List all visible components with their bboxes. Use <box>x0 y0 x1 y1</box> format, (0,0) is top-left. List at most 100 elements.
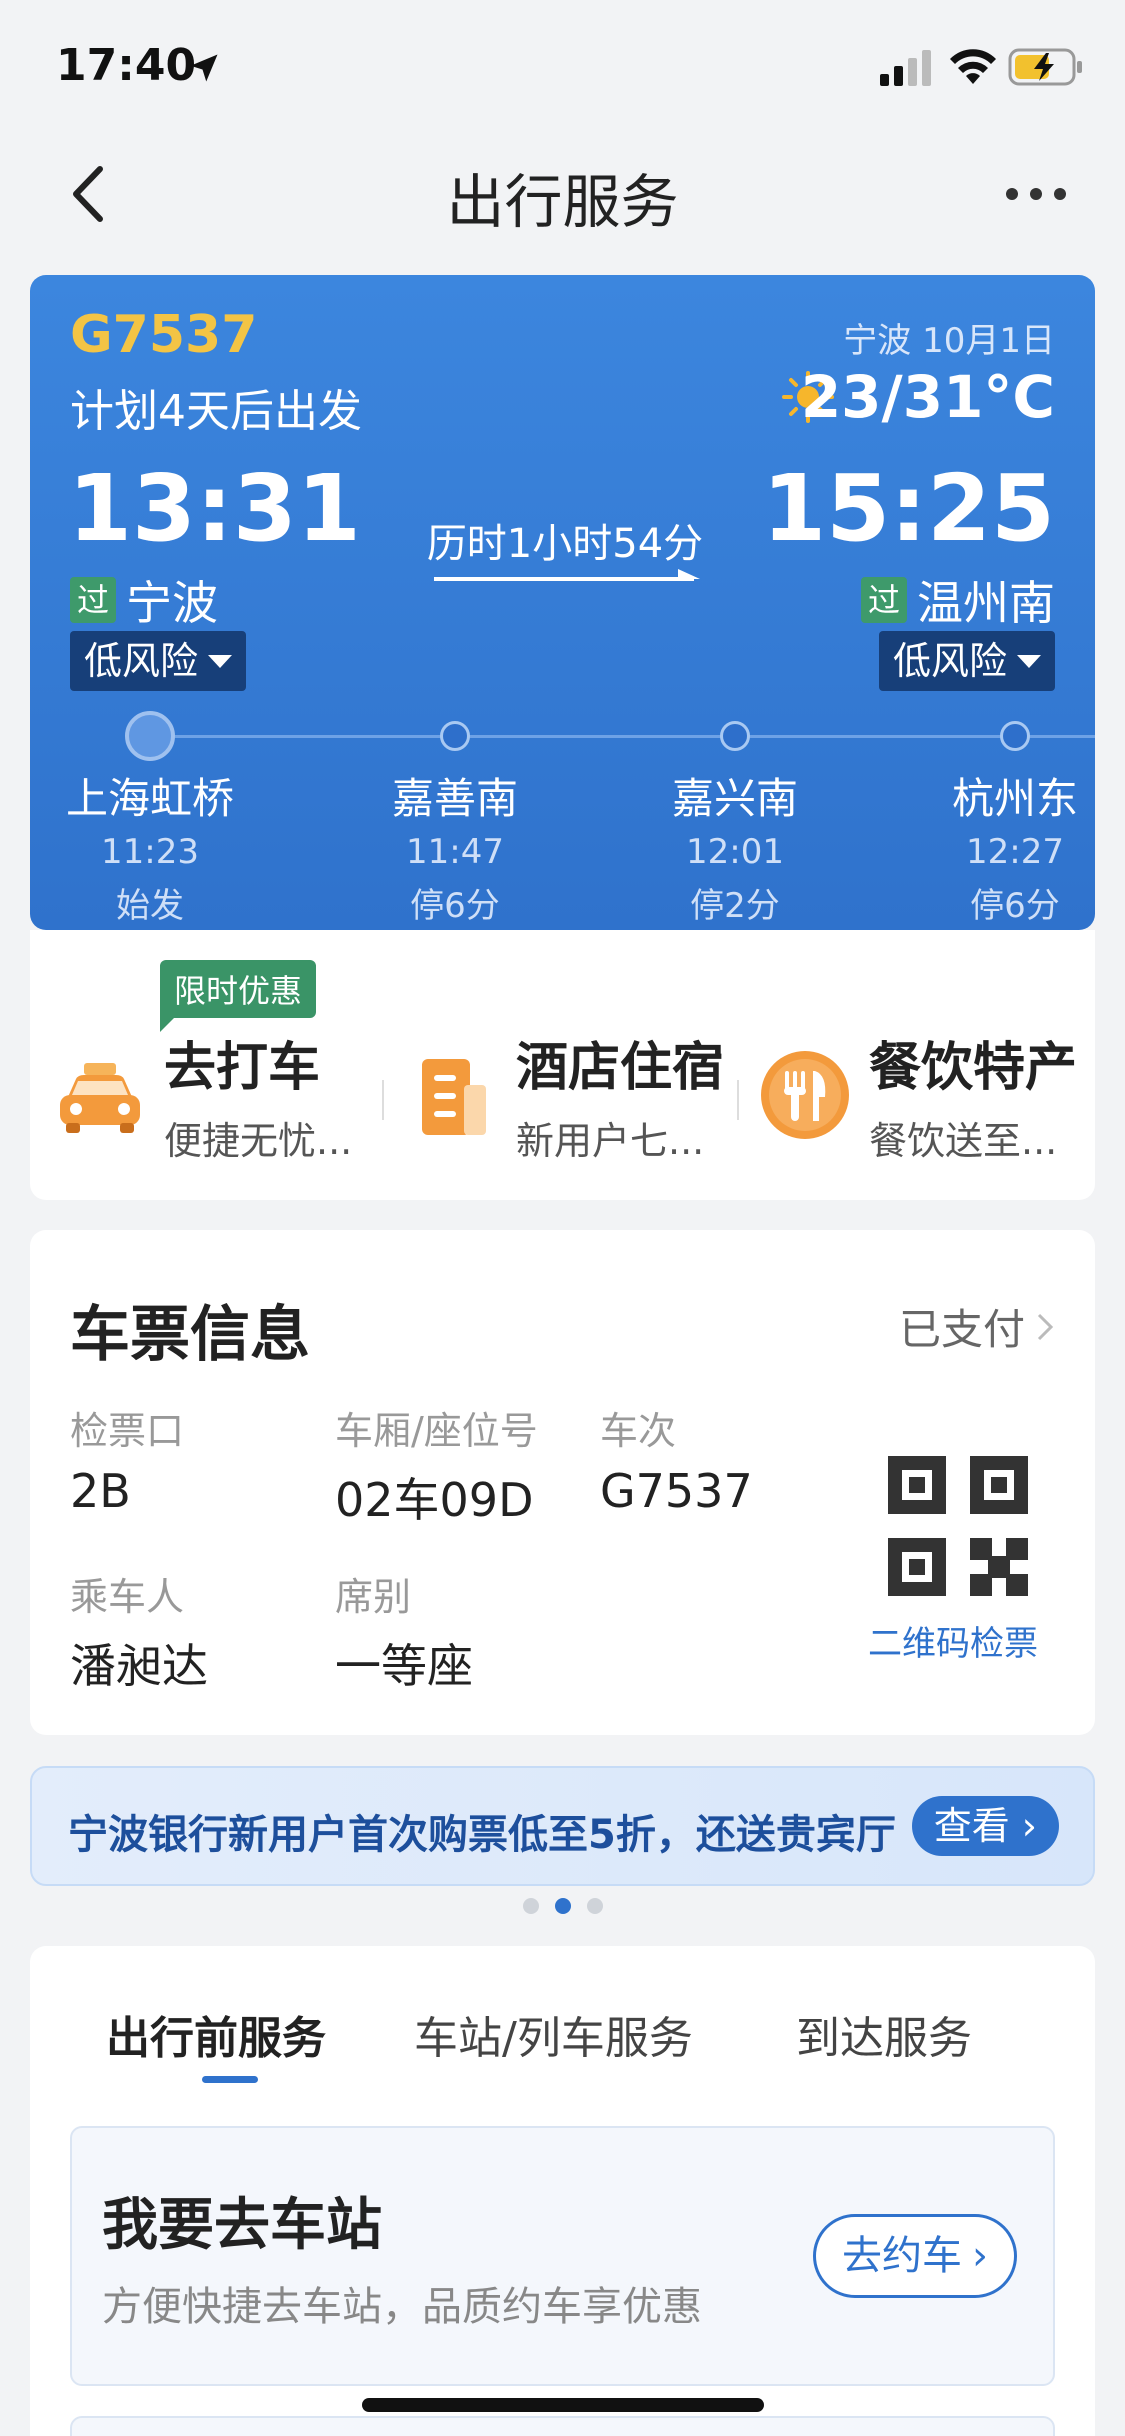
stop-name: 杭州东 <box>951 774 1078 823</box>
service-subtitle: 餐饮送至... <box>869 1119 1058 1163</box>
pass-tag: 过 <box>70 577 116 623</box>
stop-item[interactable]: 杭州东 12:27 停6分 <box>915 765 1095 927</box>
stop-time: 12:27 <box>966 832 1064 872</box>
trip-duration: 历时1小时54分 <box>426 521 704 567</box>
class-value: 一等座 <box>335 1639 473 1693</box>
service-title: 酒店住宿 <box>516 1038 725 1098</box>
book-ride-button[interactable]: 去约车 › <box>813 2214 1017 2298</box>
stop-name: 嘉善南 <box>391 774 518 823</box>
arrival-risk-dropdown[interactable]: 低风险 <box>878 631 1055 691</box>
station-box-subtitle: 方便快捷去车站，品质约车享优惠 <box>102 2284 702 2330</box>
train-value: G7537 <box>600 1464 753 1518</box>
stop-stay: 停2分 <box>690 886 780 926</box>
passenger-value: 潘昶达 <box>70 1639 208 1693</box>
stops-timeline <box>150 735 1095 738</box>
service-dining[interactable]: 餐饮特产 餐饮送至... <box>755 1030 1077 1163</box>
weather-temperature: 23/31°C <box>800 363 1055 431</box>
stop-name: 嘉兴南 <box>671 774 798 823</box>
carousel-dot-active <box>554 1898 571 1914</box>
go-to-station-card[interactable]: 我要去车站 方便快捷去车站，品质约车享优惠 去约车 › <box>70 2126 1055 2386</box>
active-tab-indicator <box>202 2076 258 2083</box>
caret-down-icon <box>208 654 233 668</box>
stop-item[interactable]: 嘉善南 11:47 停6分 <box>355 765 555 927</box>
chevron-right-icon: › <box>1021 1804 1037 1848</box>
promo-tag: 限时优惠 <box>160 960 317 1032</box>
status-time: 17:40 <box>56 40 197 91</box>
arrival-risk-label: 低风险 <box>892 639 1007 683</box>
arrival-station-name: 温州南 <box>917 576 1055 630</box>
gate-label: 检票口 <box>70 1409 185 1453</box>
dining-icon <box>761 1051 849 1139</box>
stop-stay: 停6分 <box>410 886 500 926</box>
qr-check-label[interactable]: 二维码检票 <box>868 1616 1038 1665</box>
book-ride-label: 去约车 <box>842 2233 962 2279</box>
service-subtitle: 便捷无忧... <box>164 1119 353 1163</box>
more-options-icon[interactable] <box>1000 169 1072 219</box>
departure-risk-label: 低风险 <box>84 639 199 683</box>
service-title: 餐饮特产 <box>869 1038 1078 1098</box>
arrival-time: 15:25 <box>762 455 1055 562</box>
qr-code-icon[interactable] <box>888 1456 1028 1596</box>
gate-value: 2B <box>70 1464 131 1518</box>
nav-bar: 出行服务 <box>0 135 1125 255</box>
weather-location-date: 宁波 10月1日 <box>843 321 1055 361</box>
stop-dot <box>720 721 750 751</box>
train-label: 车次 <box>600 1409 677 1453</box>
chevron-right-icon <box>1037 1313 1054 1340</box>
ticket-title: 车票信息 <box>70 1300 310 1370</box>
promo-banner[interactable]: 宁波银行新用户首次购票低至5折，还送贵宾厅 查看 › <box>30 1766 1095 1886</box>
arrival-station: 过 温州南 <box>861 567 1055 633</box>
caret-down-icon <box>1017 654 1041 668</box>
departure-risk-dropdown[interactable]: 低风险 <box>70 631 247 691</box>
payment-status-link[interactable]: 已支付 <box>899 1296 1055 1357</box>
banner-button-label: 查看 <box>933 1804 1010 1848</box>
banner-view-button[interactable]: 查看 › <box>911 1796 1059 1856</box>
seat-value: 02车09D <box>335 1473 534 1527</box>
carousel-dot <box>522 1898 539 1914</box>
stop-time: 11:47 <box>406 832 504 872</box>
stop-dot <box>440 721 470 751</box>
taxi-icon <box>60 1063 140 1133</box>
battery-charging-icon <box>1008 48 1082 86</box>
departure-time: 13:31 <box>68 455 361 562</box>
duration-arrow-icon <box>434 569 700 581</box>
train-info-card[interactable]: G7537 计划4天后出发 宁波 10月1日 23/31°C 13:31 历时1… <box>30 275 1095 930</box>
tab-pre-travel[interactable]: 出行前服务 <box>106 2002 326 2066</box>
departure-station-name: 宁波 <box>126 576 218 630</box>
stop-time: 12:01 <box>686 832 784 872</box>
stop-stay: 停6分 <box>970 886 1060 926</box>
page-title: 出行服务 <box>446 168 679 236</box>
status-bar: 17:40 <box>0 0 1125 135</box>
next-service-card[interactable] <box>70 2416 1055 2436</box>
departure-station: 过 宁波 <box>70 567 218 633</box>
hotel-icon <box>422 1059 486 1135</box>
pass-tag: 过 <box>861 577 907 623</box>
home-indicator <box>362 2398 764 2412</box>
tab-station-train[interactable]: 车站/列车服务 <box>414 2002 693 2066</box>
service-taxi[interactable]: 去打车 便捷无忧... <box>50 1030 352 1163</box>
class-label: 席别 <box>335 1575 412 1619</box>
tab-arrival[interactable]: 到达服务 <box>796 2002 972 2066</box>
service-hotel[interactable]: 酒店住宿 新用户七... <box>402 1030 724 1163</box>
service-title: 去打车 <box>164 1038 321 1098</box>
carousel-indicator <box>0 1898 1125 1914</box>
stop-dot-current <box>125 711 175 761</box>
payment-status: 已支付 <box>898 1305 1025 1354</box>
stop-time: 11:23 <box>101 832 199 872</box>
seat-label: 车厢/座位号 <box>335 1409 538 1453</box>
ticket-info-card: 车票信息 已支付 检票口 2B 车厢/座位号 02车09D 车次 G7537 乘… <box>30 1230 1095 1735</box>
stop-item[interactable]: 上海虹桥 11:23 始发 <box>50 765 250 927</box>
carousel-dot <box>586 1898 603 1914</box>
stop-stay: 始发 <box>116 886 184 926</box>
chevron-right-icon: › <box>972 2233 988 2279</box>
divider <box>382 1080 384 1120</box>
banner-text: 宁波银行新用户首次购票低至5折，还送贵宾厅 <box>68 1812 896 1858</box>
quick-services: 限时优惠 去打车 便捷无忧... 酒店住宿 新用户七... 餐饮特产 餐饮送至.… <box>30 930 1095 1200</box>
train-number: G7537 <box>70 305 258 365</box>
station-box-title: 我要去车站 <box>102 2193 382 2258</box>
divider <box>737 1080 739 1120</box>
passenger-label: 乘车人 <box>70 1575 185 1619</box>
wifi-icon <box>950 49 996 84</box>
stop-item[interactable]: 嘉兴南 12:01 停2分 <box>635 765 835 927</box>
location-arrow-icon <box>190 54 218 82</box>
